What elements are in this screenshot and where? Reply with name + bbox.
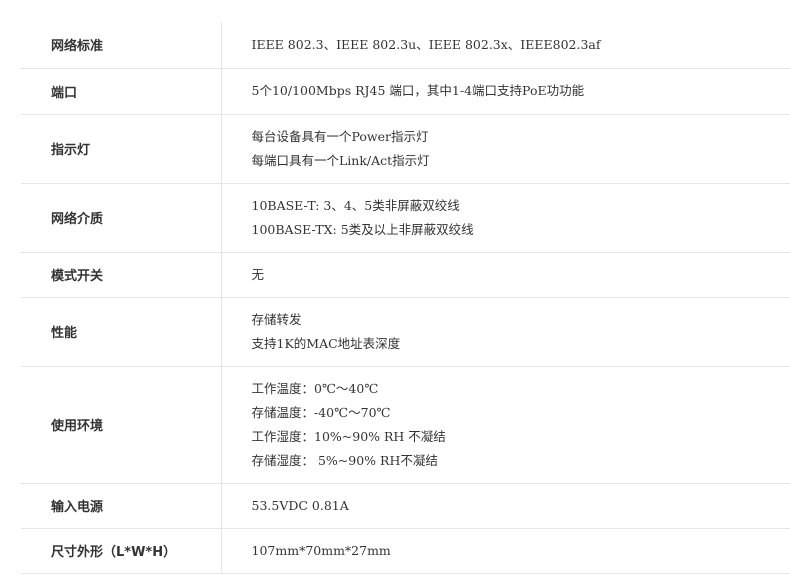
table-row: 输入电源 53.5VDC 0.81A [21,483,790,529]
row-label: 指示灯 [21,114,222,184]
spec-table-body: 网络标准 IEEE 802.3、IEEE 802.3u、IEEE 802.3x、… [21,22,790,574]
table-row: 模式开关 无 [21,252,790,298]
value-line: 工作温度：0℃～40℃ [251,380,379,396]
value-line: 100BASE-TX: 5类及以上非屏蔽双绞线 [251,221,474,237]
row-value: 无 [221,252,790,298]
spec-table: 网络标准 IEEE 802.3、IEEE 802.3u、IEEE 802.3x、… [21,22,790,574]
row-label: 网络标准 [21,22,222,69]
table-row: 网络标准 IEEE 802.3、IEEE 802.3u、IEEE 802.3x、… [21,22,790,69]
row-value: 10BASE-T: 3、4、5类非屏蔽双绞线 100BASE-TX: 5类及以上… [221,183,790,253]
value-line: 存储转发 [251,311,302,327]
row-label: 输入电源 [21,483,222,529]
row-label: 尺寸外形（L*W*H） [21,528,222,574]
table-row: 尺寸外形（L*W*H） 107mm*70mm*27mm [21,528,790,574]
table-row: 性能 存储转发 支持1K的MAC地址表深度 [21,297,790,367]
table-row: 网络介质 10BASE-T: 3、4、5类非屏蔽双绞线 100BASE-TX: … [21,183,790,253]
value-line: 5个10/100Mbps RJ45 端口，其中1-4端口支持PoE功功能 [251,83,585,98]
row-value: 存储转发 支持1K的MAC地址表深度 [221,297,790,367]
table-row: 端口 5个10/100Mbps RJ45 端口，其中1-4端口支持PoE功功能 [21,68,790,115]
row-value: 107mm*70mm*27mm [221,528,790,574]
value-line: 53.5VDC 0.81A [251,497,349,513]
row-value: IEEE 802.3、IEEE 802.3u、IEEE 802.3x、IEEE8… [221,22,790,69]
value-line: 每台设备具有一个Power指示灯 [251,128,429,144]
value-line: 工作湿度：10%~90% RH 不凝结 [251,428,446,444]
value-line: 存储温度：-40℃～70℃ [251,404,391,420]
row-label: 网络介质 [21,183,222,253]
row-label: 性能 [21,297,222,367]
table-row: 使用环境 工作温度：0℃～40℃ 存储温度：-40℃～70℃ 工作湿度：10%~… [21,366,790,484]
value-line: 支持1K的MAC地址表深度 [251,335,401,351]
value-line: 无 [251,266,265,282]
row-value: 工作温度：0℃～40℃ 存储温度：-40℃～70℃ 工作湿度：10%~90% R… [221,366,790,484]
value-line: 107mm*70mm*27mm [251,542,391,558]
row-label: 使用环境 [21,366,222,484]
table-row: 指示灯 每台设备具有一个Power指示灯 每端口具有一个Link/Act指示灯 [21,114,790,184]
value-line: 每端口具有一个Link/Act指示灯 [251,152,430,168]
row-value: 5个10/100Mbps RJ45 端口，其中1-4端口支持PoE功功能 [221,68,790,115]
row-label: 模式开关 [21,252,222,298]
value-line: 存储湿度： 5%~90% RH不凝结 [251,452,438,468]
row-value: 53.5VDC 0.81A [221,483,790,529]
row-value: 每台设备具有一个Power指示灯 每端口具有一个Link/Act指示灯 [221,114,790,184]
row-label: 端口 [21,68,222,115]
value-line: 10BASE-T: 3、4、5类非屏蔽双绞线 [251,197,460,213]
value-line: IEEE 802.3、IEEE 802.3u、IEEE 802.3x、IEEE8… [251,36,601,52]
